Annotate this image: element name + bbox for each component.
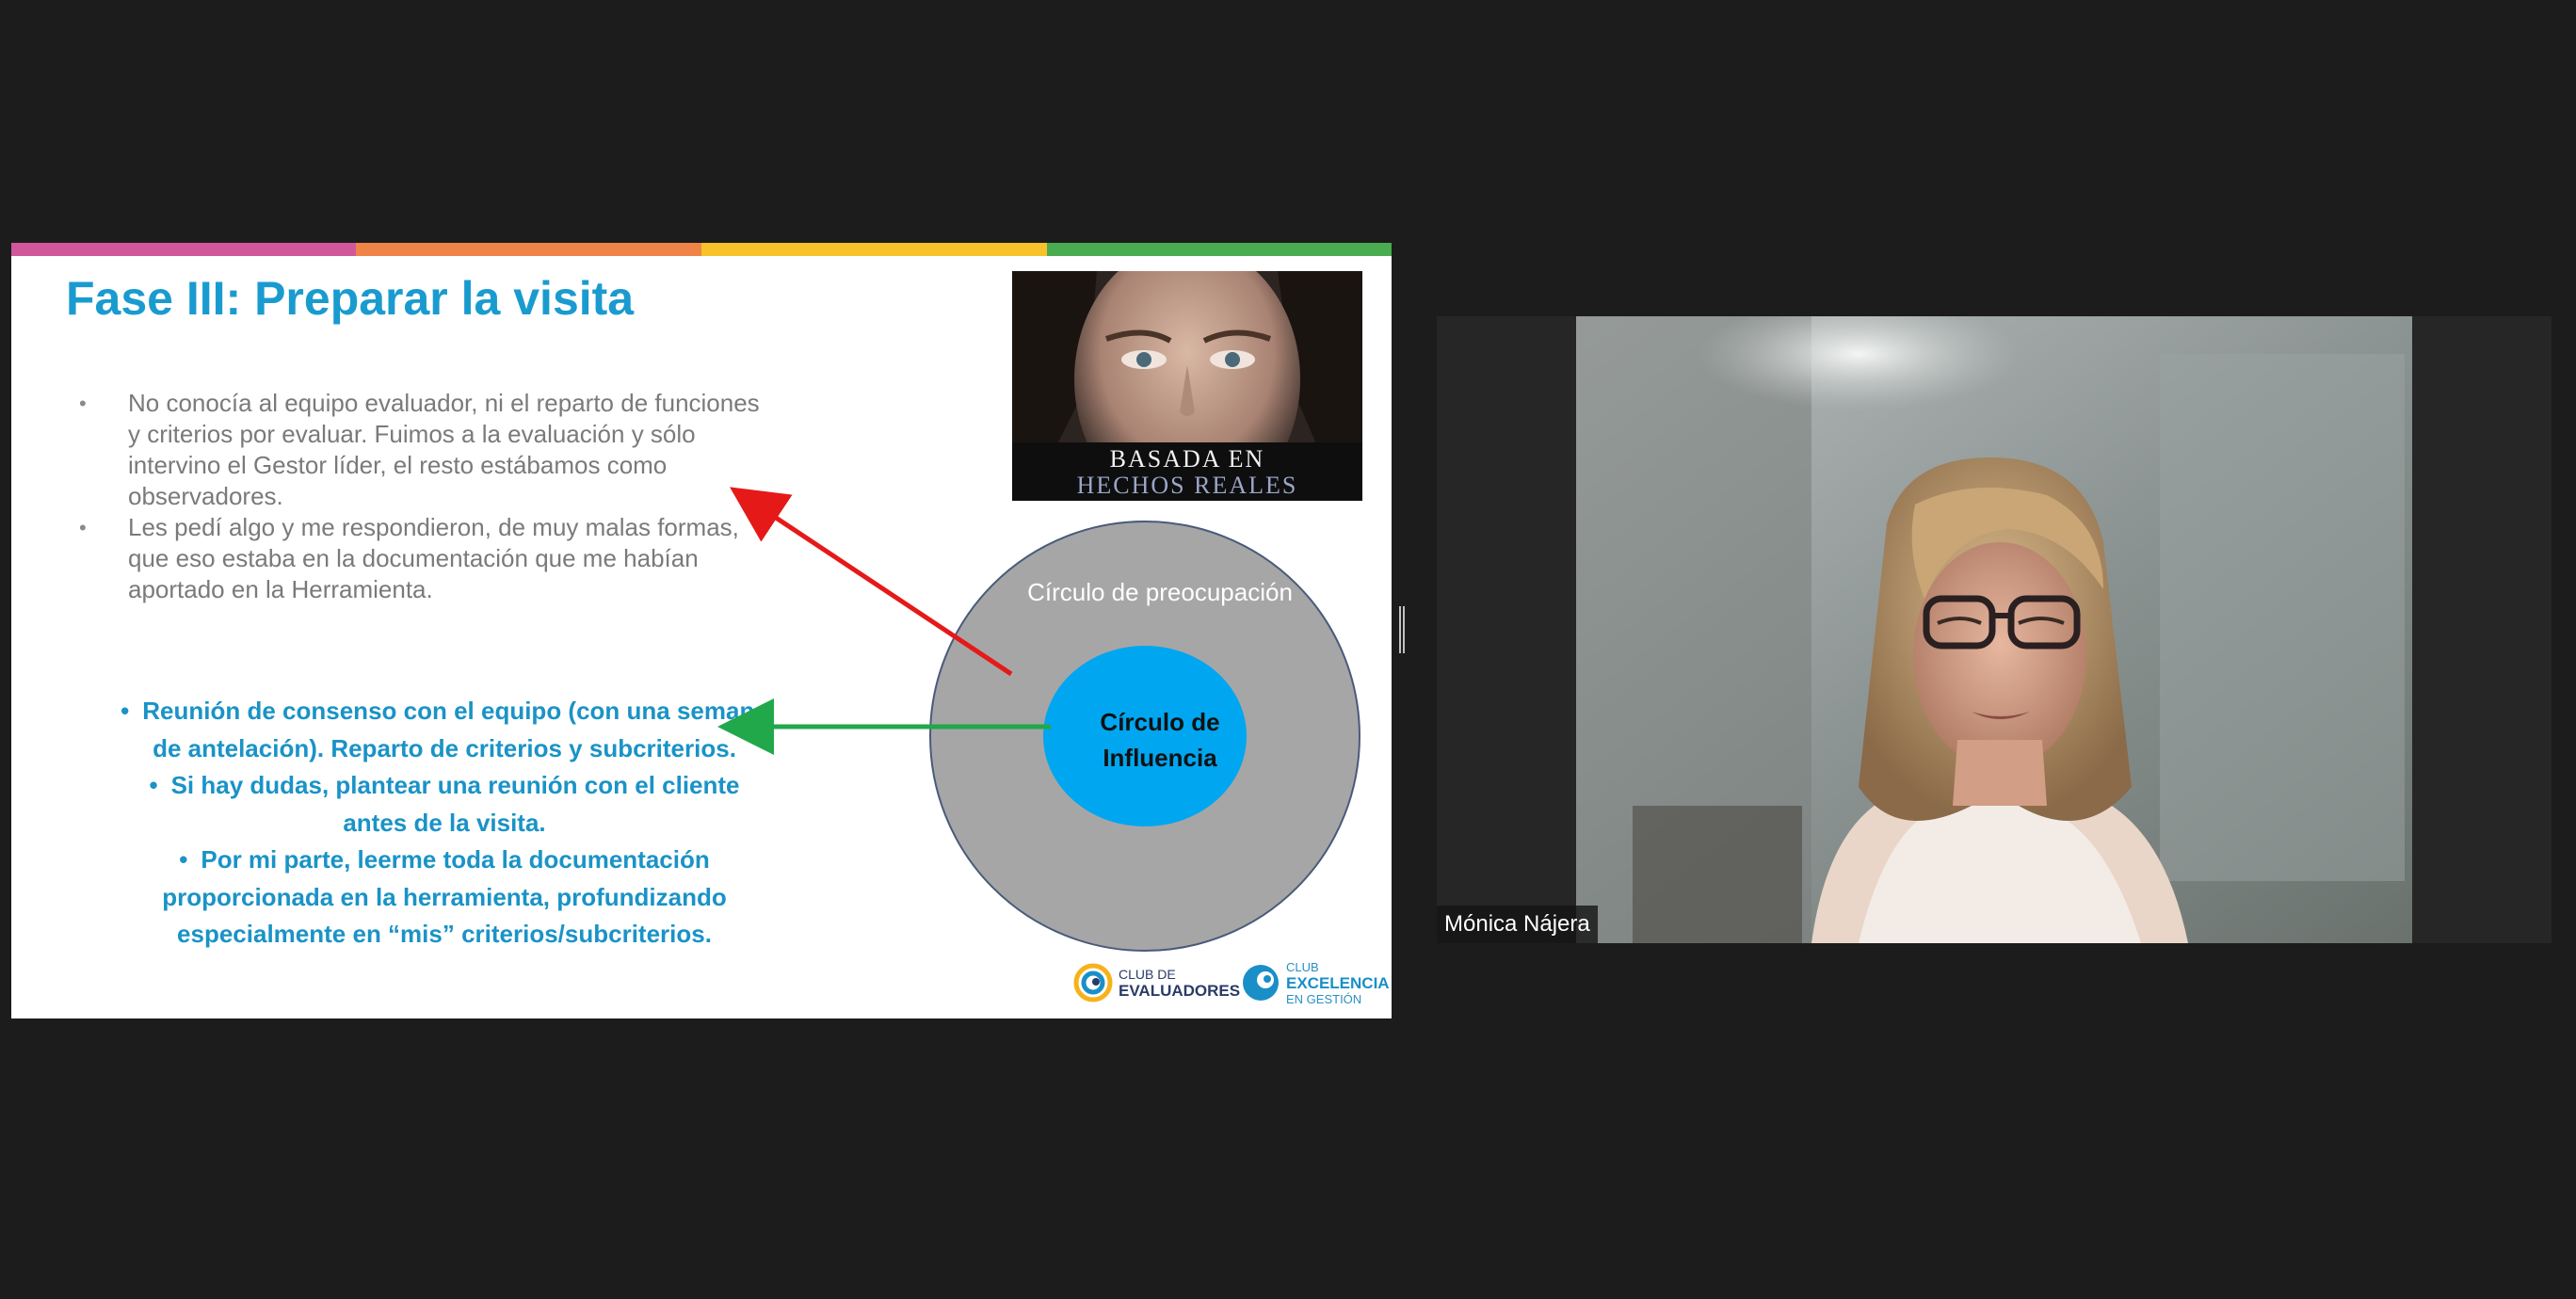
excelencia-logo-text: CLUB EXCELENCIA EN GESTIÓN <box>1286 959 1390 1007</box>
inner-label-line2: Influencia <box>1103 744 1217 772</box>
meeting-window: Fase III: Preparar la visita • No conocí… <box>0 0 2576 1299</box>
logo-text-line: CLUB DE <box>1119 967 1176 982</box>
evaluadores-logo-text: CLUB DE EVALUADORES <box>1119 967 1240 999</box>
shared-slide: Fase III: Preparar la visita • No conocí… <box>11 243 1392 1018</box>
influence-diagram <box>717 487 1360 952</box>
participant-video-feed <box>1576 316 2412 943</box>
inner-circle-label: Círculo de Influencia <box>1028 704 1292 776</box>
club-excelencia-logo: CLUB EXCELENCIA EN GESTIÓN <box>1241 959 1390 1007</box>
logo-text-line: EVALUADORES <box>1119 982 1241 1000</box>
excelencia-logo-icon <box>1243 965 1279 1001</box>
participant-name-label: Mónica Nájera <box>1437 906 1598 943</box>
logo-text-line: CLUB <box>1286 959 1319 974</box>
logo-text-line: EN GESTIÓN <box>1286 991 1362 1006</box>
club-evaluadores-logo: CLUB DE EVALUADORES <box>1073 960 1240 1005</box>
inner-label-line1: Círculo de <box>1100 708 1220 736</box>
evaluadores-logo-icon <box>1073 963 1113 1002</box>
logo-text-line: EXCELENCIA <box>1286 973 1390 992</box>
split-view-handle-icon[interactable] <box>1398 606 1406 653</box>
participant-video-tile[interactable]: Mónica Nájera <box>1437 316 2552 943</box>
outer-circle-label: Círculo de preocupación <box>1027 578 1293 606</box>
